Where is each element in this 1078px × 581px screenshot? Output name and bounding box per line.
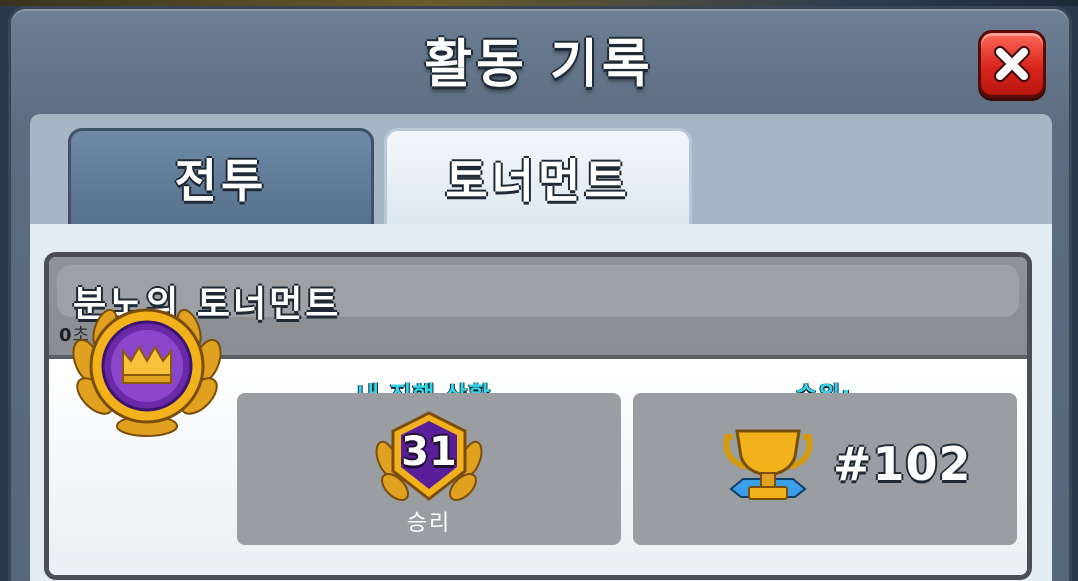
rank-value: #102: [833, 437, 972, 491]
trophy-icon: [723, 427, 813, 521]
close-x-icon: [994, 46, 1030, 82]
progress-panel: 31 승리: [237, 393, 621, 545]
rank-panel: #102: [633, 393, 1017, 545]
tab-tournament[interactable]: 토너먼트: [384, 128, 692, 228]
crown-laurel-badge-icon: [67, 291, 227, 445]
tournament-card: 분노의 토너먼트 0초 전에 종료 내 진행 상황: [44, 252, 1032, 580]
window-title: 활동 기록: [424, 35, 654, 95]
tab-battle[interactable]: 전투: [68, 128, 374, 228]
close-button[interactable]: [978, 30, 1046, 98]
wins-label: 승리: [406, 511, 452, 536]
wins-count: 31: [401, 429, 457, 475]
shield-laurel-icon: 31: [373, 409, 485, 513]
